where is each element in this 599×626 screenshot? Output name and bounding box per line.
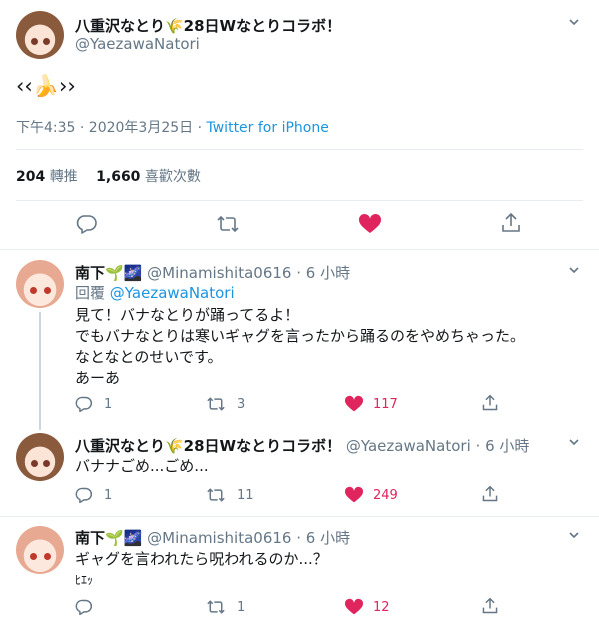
- retweet-count: 11: [237, 488, 254, 503]
- author-handle[interactable]: @Minamishita0616: [147, 529, 291, 547]
- retweet-icon[interactable]: [206, 395, 226, 413]
- avatar[interactable]: [16, 11, 64, 59]
- author-name[interactable]: 八重沢なとり🌾28日Wなとりコラボ！: [75, 437, 341, 455]
- retweet-icon[interactable]: [206, 598, 226, 616]
- like-count: 12: [373, 600, 390, 615]
- share-icon[interactable]: [500, 212, 522, 234]
- chevron-down-icon[interactable]: [569, 265, 579, 275]
- author-name[interactable]: 八重沢なとり🌾28日Wなとりコラボ！: [75, 15, 341, 36]
- author-name[interactable]: 南下🌱🌌: [75, 264, 142, 282]
- reply-header: 南下🌱🌌 @Minamishita0616 · 6 小時: [75, 262, 350, 283]
- like-icon[interactable]: [358, 213, 382, 235]
- retweet-icon[interactable]: [216, 213, 240, 235]
- tweet-stats: 204 轉推 1,660 喜歡次數: [16, 166, 201, 186]
- like-count: 249: [373, 488, 398, 503]
- chevron-down-icon[interactable]: [569, 17, 579, 27]
- tweet-text: 見て！バナなとりが踊ってるよ！ でもバナなとりは寒いギャグを言ったから踊るのをや…: [75, 305, 525, 389]
- timestamp-text: 下午4:35 · 2020年3月25日 ·: [16, 120, 203, 136]
- like-icon[interactable]: [344, 486, 364, 504]
- text-line: バナナごめ...ごめ...: [75, 457, 209, 475]
- reply-icon[interactable]: [75, 486, 93, 504]
- retweet-count: 1: [237, 600, 246, 615]
- tweet-timestamp: 下午4:35 · 2020年3月25日 · Twitter for iPhone: [16, 117, 329, 137]
- share-icon[interactable]: [481, 485, 499, 503]
- text-line: 見て！バナなとりが踊ってるよ！: [75, 306, 300, 324]
- text-line: なとなとのせいです。: [75, 348, 223, 366]
- reply-header: 南下🌱🌌 @Minamishita0616 · 6 小時: [75, 527, 350, 548]
- reply-context: 回覆 @YaezawaNatori: [75, 283, 235, 304]
- like-count[interactable]: 1,660: [96, 169, 140, 185]
- retweet-count: 3: [237, 397, 246, 412]
- like-label[interactable]: 喜歡次數: [145, 169, 201, 185]
- reply-to-link[interactable]: @YaezawaNatori: [110, 284, 235, 302]
- text-line: ギャグを言われたら呪われるのか...？: [75, 550, 328, 568]
- tweet-text: ギャグを言われたら呪われるのか...？ ﾋｴｯ: [75, 549, 328, 591]
- reply-icon[interactable]: [76, 213, 98, 235]
- tweet-text: バナナごめ...ごめ...: [75, 456, 209, 477]
- chevron-down-icon[interactable]: [569, 530, 579, 540]
- source-link[interactable]: Twitter for iPhone: [207, 120, 329, 136]
- reply-label: 回覆: [75, 284, 106, 302]
- tweet-time[interactable]: · 6 小時: [296, 264, 350, 282]
- retweet-count[interactable]: 204: [16, 169, 45, 185]
- author-handle[interactable]: @YaezawaNatori: [346, 437, 471, 455]
- like-icon[interactable]: [344, 395, 364, 413]
- avatar[interactable]: [16, 526, 64, 574]
- thread-line: [39, 312, 41, 430]
- avatar[interactable]: [16, 260, 64, 308]
- tweet-time[interactable]: · 6 小時: [476, 437, 530, 455]
- chevron-down-icon[interactable]: [569, 437, 579, 447]
- share-icon[interactable]: [481, 597, 499, 615]
- reply-icon[interactable]: [75, 395, 93, 413]
- reply-header: 八重沢なとり🌾28日Wなとりコラボ！ @YaezawaNatori · 6 小時: [75, 435, 529, 456]
- share-icon[interactable]: [481, 394, 499, 412]
- tweet-time[interactable]: · 6 小時: [296, 529, 350, 547]
- retweet-icon[interactable]: [206, 486, 226, 504]
- text-line: あーあ: [75, 369, 121, 387]
- avatar[interactable]: [16, 433, 64, 481]
- author-handle[interactable]: @Minamishita0616: [147, 264, 291, 282]
- author-name[interactable]: 南下🌱🌌: [75, 529, 142, 547]
- like-icon[interactable]: [344, 598, 364, 616]
- text-line: ﾋｴｯ: [75, 573, 94, 587]
- reply-count: 1: [104, 397, 113, 412]
- reply-count: 1: [104, 488, 113, 503]
- text-line: でもバナなとりは寒いギャグを言ったから踊るのをやめちゃった。: [75, 327, 526, 345]
- reply-icon[interactable]: [75, 598, 93, 616]
- author-handle[interactable]: @YaezawaNatori: [75, 35, 200, 53]
- tweet-text: ‹‹🍌››: [16, 74, 76, 98]
- retweet-label[interactable]: 轉推: [50, 169, 78, 185]
- like-count: 117: [373, 397, 398, 412]
